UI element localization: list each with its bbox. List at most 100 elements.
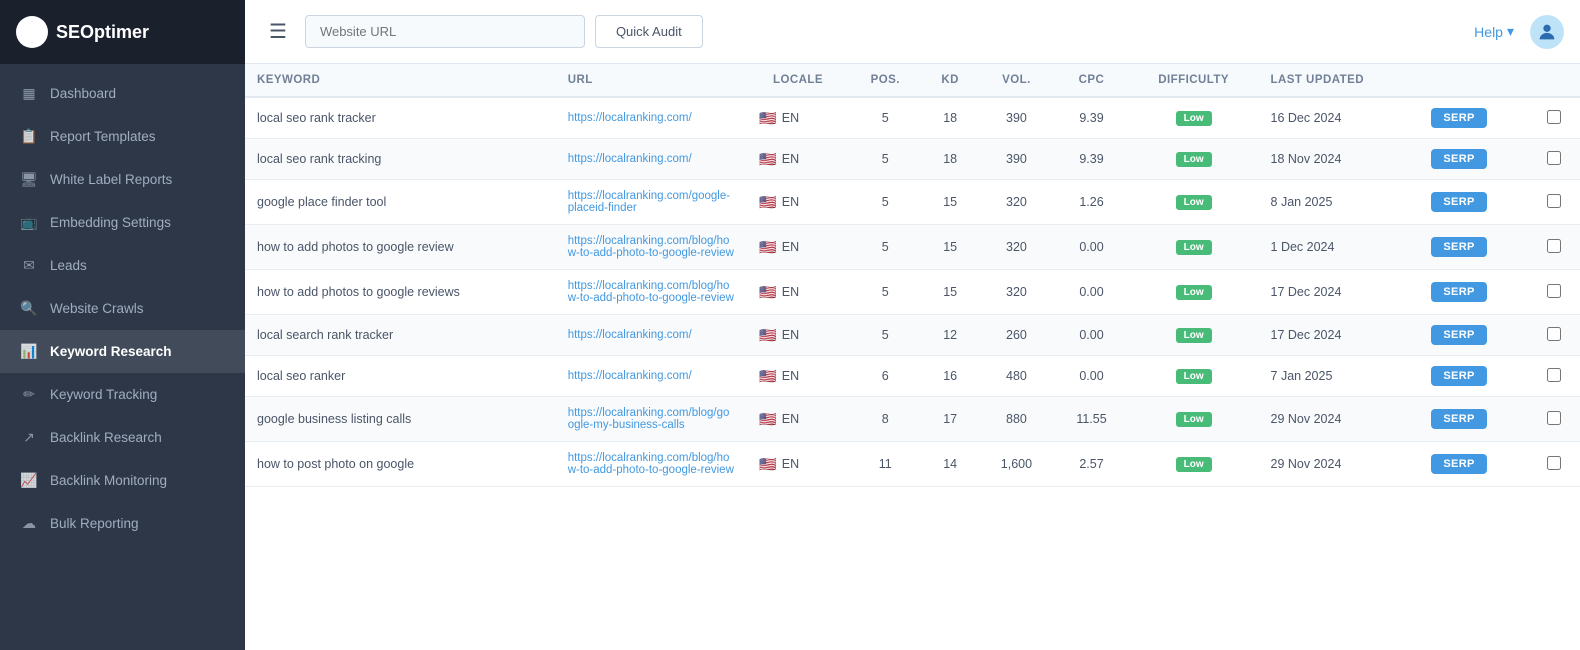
last-updated-cell: 29 Nov 2024 bbox=[1259, 442, 1420, 487]
row-checkbox[interactable] bbox=[1547, 327, 1561, 341]
row-checkbox[interactable] bbox=[1547, 411, 1561, 425]
vol-cell: 390 bbox=[979, 139, 1055, 180]
pos-cell: 6 bbox=[849, 356, 922, 397]
sidebar-item-keyword-tracking[interactable]: ✏ Keyword Tracking bbox=[0, 373, 245, 416]
serp-cell: SERP bbox=[1419, 225, 1528, 270]
url-cell: https://localranking.com/ bbox=[556, 356, 748, 397]
last-updated-cell: 7 Jan 2025 bbox=[1259, 356, 1420, 397]
sidebar-item-website-crawls[interactable]: 🔍 Website Crawls bbox=[0, 287, 245, 330]
leads-icon: ✉ bbox=[20, 257, 38, 274]
pos-cell: 11 bbox=[849, 442, 922, 487]
table-row: how to add photos to google review https… bbox=[245, 225, 1580, 270]
row-checkbox[interactable] bbox=[1547, 151, 1561, 165]
table-row: how to add photos to google reviews http… bbox=[245, 270, 1580, 315]
row-checkbox[interactable] bbox=[1547, 456, 1561, 470]
locale-lang: EN bbox=[782, 111, 799, 125]
sidebar-item-bulk-reporting[interactable]: ☁ Bulk Reporting bbox=[0, 502, 245, 545]
pos-cell: 5 bbox=[849, 225, 922, 270]
locale-lang: EN bbox=[782, 369, 799, 383]
sidebar-item-backlink-research[interactable]: ↗ Backlink Research bbox=[0, 416, 245, 459]
difficulty-badge: Low bbox=[1176, 285, 1212, 300]
flag-icon: 🇺🇸 bbox=[759, 194, 776, 211]
logo-icon: ⚙ bbox=[16, 16, 48, 48]
col-kd: KD bbox=[922, 64, 979, 97]
help-button[interactable]: Help ▾ bbox=[1474, 23, 1514, 40]
table-row: google place finder tool https://localra… bbox=[245, 180, 1580, 225]
row-checkbox[interactable] bbox=[1547, 194, 1561, 208]
col-cpc: CPC bbox=[1054, 64, 1128, 97]
serp-button[interactable]: SERP bbox=[1431, 237, 1486, 257]
kd-cell: 15 bbox=[922, 270, 979, 315]
backlink-monitoring-icon: 📈 bbox=[20, 472, 38, 489]
serp-button[interactable]: SERP bbox=[1431, 192, 1486, 212]
difficulty-cell: Low bbox=[1129, 97, 1259, 139]
select-cell bbox=[1528, 356, 1580, 397]
locale-lang: EN bbox=[782, 328, 799, 342]
sidebar-item-label: White Label Reports bbox=[50, 172, 172, 187]
sidebar-item-label: Dashboard bbox=[50, 86, 116, 101]
last-updated-cell: 29 Nov 2024 bbox=[1259, 397, 1420, 442]
cpc-cell: 9.39 bbox=[1054, 97, 1128, 139]
sidebar-item-dashboard[interactable]: ▦ Dashboard bbox=[0, 72, 245, 115]
serp-button[interactable]: SERP bbox=[1431, 108, 1486, 128]
row-checkbox[interactable] bbox=[1547, 239, 1561, 253]
serp-button[interactable]: SERP bbox=[1431, 325, 1486, 345]
keyword-cell: local seo ranker bbox=[245, 356, 556, 397]
last-updated-cell: 8 Jan 2025 bbox=[1259, 180, 1420, 225]
pos-cell: 5 bbox=[849, 97, 922, 139]
sidebar-item-backlink-monitoring[interactable]: 📈 Backlink Monitoring bbox=[0, 459, 245, 502]
url-input[interactable] bbox=[305, 15, 585, 48]
keyword-cell: google business listing calls bbox=[245, 397, 556, 442]
flag-icon: 🇺🇸 bbox=[759, 110, 776, 127]
sidebar-item-label: Backlink Research bbox=[50, 430, 162, 445]
last-updated-cell: 17 Dec 2024 bbox=[1259, 315, 1420, 356]
locale-cell: 🇺🇸 EN bbox=[747, 97, 848, 139]
user-avatar[interactable] bbox=[1530, 15, 1564, 49]
difficulty-badge: Low bbox=[1176, 328, 1212, 343]
sidebar-item-report-templates[interactable]: 📋 Report Templates bbox=[0, 115, 245, 158]
keyword-cell: local seo rank tracker bbox=[245, 97, 556, 139]
sidebar-item-leads[interactable]: ✉ Leads bbox=[0, 244, 245, 287]
locale-lang: EN bbox=[782, 457, 799, 471]
locale-cell: 🇺🇸 EN bbox=[747, 315, 848, 356]
cpc-cell: 0.00 bbox=[1054, 225, 1128, 270]
kd-cell: 15 bbox=[922, 225, 979, 270]
locale-lang: EN bbox=[782, 285, 799, 299]
difficulty-cell: Low bbox=[1129, 315, 1259, 356]
serp-cell: SERP bbox=[1419, 270, 1528, 315]
table-row: how to post photo on google https://loca… bbox=[245, 442, 1580, 487]
vol-cell: 480 bbox=[979, 356, 1055, 397]
last-updated-cell: 1 Dec 2024 bbox=[1259, 225, 1420, 270]
quick-audit-button[interactable]: Quick Audit bbox=[595, 15, 703, 48]
locale-cell: 🇺🇸 EN bbox=[747, 397, 848, 442]
row-checkbox[interactable] bbox=[1547, 284, 1561, 298]
cpc-cell: 2.57 bbox=[1054, 442, 1128, 487]
serp-button[interactable]: SERP bbox=[1431, 366, 1486, 386]
keyword-cell: local search rank tracker bbox=[245, 315, 556, 356]
row-checkbox[interactable] bbox=[1547, 110, 1561, 124]
table-row: local seo rank tracker https://localrank… bbox=[245, 97, 1580, 139]
sidebar-item-embedding-settings[interactable]: 📺 Embedding Settings bbox=[0, 201, 245, 244]
locale-lang: EN bbox=[782, 195, 799, 209]
serp-button[interactable]: SERP bbox=[1431, 149, 1486, 169]
menu-toggle-icon[interactable]: ☰ bbox=[261, 15, 295, 48]
col-serp bbox=[1419, 64, 1528, 97]
sidebar-item-keyword-research[interactable]: 📊 Keyword Research bbox=[0, 330, 245, 373]
backlink-research-icon: ↗ bbox=[20, 429, 38, 446]
cpc-cell: 0.00 bbox=[1054, 270, 1128, 315]
logo: ⚙ SEOptimer bbox=[0, 0, 245, 64]
pos-cell: 5 bbox=[849, 270, 922, 315]
row-checkbox[interactable] bbox=[1547, 368, 1561, 382]
serp-button[interactable]: SERP bbox=[1431, 282, 1486, 302]
serp-button[interactable]: SERP bbox=[1431, 409, 1486, 429]
flag-icon: 🇺🇸 bbox=[759, 151, 776, 168]
url-cell: https://localranking.com/ bbox=[556, 139, 748, 180]
kd-cell: 18 bbox=[922, 139, 979, 180]
sidebar-item-white-label-reports[interactable]: 🖥 White Label Reports bbox=[0, 158, 245, 201]
sidebar-item-label: Website Crawls bbox=[50, 301, 144, 316]
difficulty-cell: Low bbox=[1129, 397, 1259, 442]
serp-cell: SERP bbox=[1419, 356, 1528, 397]
col-locale: Locale bbox=[747, 64, 848, 97]
serp-button[interactable]: SERP bbox=[1431, 454, 1486, 474]
kd-cell: 15 bbox=[922, 180, 979, 225]
